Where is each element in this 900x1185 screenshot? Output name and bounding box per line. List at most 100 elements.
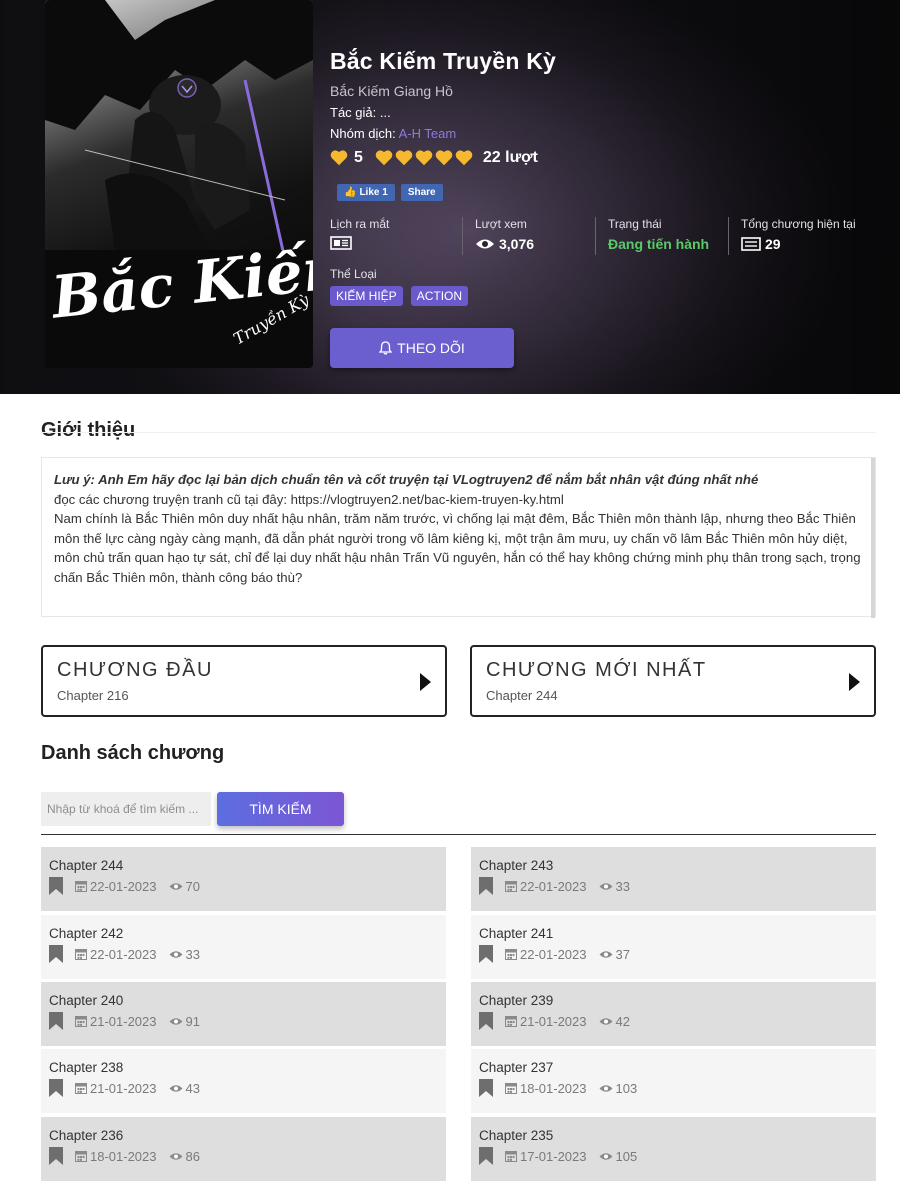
- translator-link[interactable]: A-H Team: [399, 126, 457, 141]
- heart-icon[interactable]: [375, 150, 393, 166]
- heart-icon[interactable]: [415, 150, 433, 166]
- chapter-item[interactable]: Chapter 237 18-01-2023 103: [471, 1049, 876, 1113]
- alt-title: Bắc Kiếm Giang Hồ: [330, 83, 453, 99]
- stat-views: Lượt xem 3,076: [463, 217, 596, 255]
- chapter-name[interactable]: Chapter 243: [479, 858, 868, 873]
- bookmark-icon[interactable]: [49, 945, 63, 963]
- genre-tag[interactable]: KIẾM HIỆP: [330, 286, 403, 306]
- chapter-name[interactable]: Chapter 235: [479, 1128, 868, 1143]
- chapter-name[interactable]: Chapter 241: [479, 926, 868, 941]
- latest-chapter-number: Chapter 244: [486, 688, 558, 703]
- divider: [41, 432, 876, 433]
- stat-views-value: 3,076: [475, 236, 595, 252]
- chapter-views: 43: [185, 1080, 200, 1096]
- intro-note: Lưu ý: Anh Em hãy đọc lại bản dịch chuẩn…: [54, 472, 759, 487]
- cover-image[interactable]: Bắc Kiếm Truyền Kỳ: [45, 0, 313, 368]
- calendar-icon: [505, 1083, 517, 1094]
- chapter-item[interactable]: Chapter 235 17-01-2023 105: [471, 1117, 876, 1181]
- genre-tag[interactable]: ACTION: [410, 286, 469, 306]
- eye-icon: [169, 1152, 182, 1160]
- chapter-name[interactable]: Chapter 242: [49, 926, 438, 941]
- chapter-views: 91: [185, 1013, 200, 1029]
- bookmark-icon[interactable]: [479, 1079, 493, 1097]
- calendar-icon: [75, 881, 87, 892]
- stats-row: Lịch ra mắt Lượt xem 3,076 Trạng thái Đa…: [330, 217, 890, 255]
- eye-icon: [169, 882, 182, 890]
- eye-icon: [169, 1084, 182, 1092]
- bookmark-icon[interactable]: [479, 1012, 493, 1030]
- chapter-search-input[interactable]: [41, 792, 211, 826]
- chapter-meta: 22-01-2023 70: [49, 877, 438, 895]
- facebook-like-button[interactable]: 👍 Like 1: [337, 184, 395, 201]
- chapter-item[interactable]: Chapter 240 21-01-2023 91: [41, 982, 446, 1046]
- chapter-date: 21-01-2023: [520, 1013, 587, 1029]
- manga-title: Bắc Kiếm Truyền Kỳ: [330, 48, 557, 74]
- bookmark-icon[interactable]: [49, 1012, 63, 1030]
- genre-tags: KIẾM HIỆP ACTION: [330, 286, 890, 306]
- intro-old-link[interactable]: đọc các chương truyện tranh cũ tại đây: …: [54, 490, 863, 510]
- rating: 5 22 lượt: [330, 149, 890, 167]
- eye-icon: [599, 882, 612, 890]
- chapter-name[interactable]: Chapter 238: [49, 1060, 438, 1075]
- chapter-item[interactable]: Chapter 244 22-01-2023 70: [41, 847, 446, 911]
- stat-release-value: [330, 236, 462, 250]
- chapter-meta: 17-01-2023 105: [479, 1147, 868, 1165]
- chapter-views: 37: [615, 946, 630, 962]
- chapter-item[interactable]: Chapter 242 22-01-2023 33: [41, 915, 446, 979]
- facebook-share-button[interactable]: Share: [400, 184, 443, 201]
- author: Tác giả: ...: [330, 105, 391, 120]
- eye-icon: [599, 1017, 612, 1025]
- bookmark-icon[interactable]: [479, 877, 493, 895]
- translator-group: Nhóm dịch: A-H Team: [330, 126, 890, 141]
- list-icon: [741, 237, 761, 251]
- chapter-date: 22-01-2023: [520, 878, 587, 894]
- manga-header: Bắc Kiếm Truyền Kỳ Bắc Kiếm Truyền Kỳ Bắ…: [0, 0, 900, 394]
- calendar-icon: [505, 949, 517, 960]
- chapter-name[interactable]: Chapter 236: [49, 1128, 438, 1143]
- chapter-item[interactable]: Chapter 241 22-01-2023 37: [471, 915, 876, 979]
- calendar-icon: [75, 1016, 87, 1027]
- heart-icon[interactable]: [435, 150, 453, 166]
- chapter-views: 42: [615, 1013, 630, 1029]
- chapter-item[interactable]: Chapter 238 21-01-2023 43: [41, 1049, 446, 1113]
- bookmark-icon[interactable]: [49, 1147, 63, 1165]
- first-chapter-button[interactable]: CHƯƠNG ĐẦU Chapter 216: [41, 645, 447, 717]
- bookmark-icon[interactable]: [49, 1079, 63, 1097]
- chapter-views: 33: [615, 878, 630, 894]
- chapter-name[interactable]: Chapter 237: [479, 1060, 868, 1075]
- bookmark-icon[interactable]: [479, 945, 493, 963]
- chapter-date: 22-01-2023: [520, 946, 587, 962]
- chapter-meta: 21-01-2023 42: [479, 1012, 868, 1030]
- chapter-item[interactable]: Chapter 236 18-01-2023 86: [41, 1117, 446, 1181]
- facebook-like-label: Like 1: [359, 187, 388, 198]
- chapter-date: 22-01-2023: [90, 946, 157, 962]
- bookmark-icon[interactable]: [479, 1147, 493, 1165]
- facebook-buttons: 👍 Like 1 Share: [337, 184, 890, 201]
- chapter-name[interactable]: Chapter 244: [49, 858, 438, 873]
- calendar-icon: [75, 949, 87, 960]
- chapter-meta: 22-01-2023 33: [49, 945, 438, 963]
- rating-hearts[interactable]: [375, 150, 475, 166]
- follow-button[interactable]: THEO DÕI: [330, 328, 514, 368]
- divider: [41, 834, 876, 835]
- views-count: 3,076: [499, 236, 535, 252]
- caret-right-icon: [420, 673, 431, 691]
- chapter-item[interactable]: Chapter 239 21-01-2023 42: [471, 982, 876, 1046]
- cover-art: Bắc Kiếm Truyền Kỳ: [45, 0, 313, 368]
- chapter-date: 18-01-2023: [90, 1148, 157, 1164]
- chapter-name[interactable]: Chapter 240: [49, 993, 438, 1008]
- heart-icon: [330, 150, 348, 166]
- total-count: 29: [765, 236, 781, 252]
- latest-chapter-button[interactable]: CHƯƠNG MỚI NHẤT Chapter 244: [470, 645, 876, 717]
- chapter-name[interactable]: Chapter 239: [479, 993, 868, 1008]
- bookmark-icon[interactable]: [49, 877, 63, 895]
- scrollbar[interactable]: [871, 458, 875, 618]
- chapter-item[interactable]: Chapter 243 22-01-2023 33: [471, 847, 876, 911]
- search-button[interactable]: TÌM KIẾM: [217, 792, 344, 826]
- intro-body: Nam chính là Bắc Thiên môn duy nhất hậu …: [54, 511, 861, 585]
- chapter-meta: 21-01-2023 91: [49, 1012, 438, 1030]
- heart-icon[interactable]: [455, 150, 473, 166]
- heart-icon[interactable]: [395, 150, 413, 166]
- thumbs-up-icon: 👍: [344, 187, 357, 198]
- calendar-icon: [75, 1151, 87, 1162]
